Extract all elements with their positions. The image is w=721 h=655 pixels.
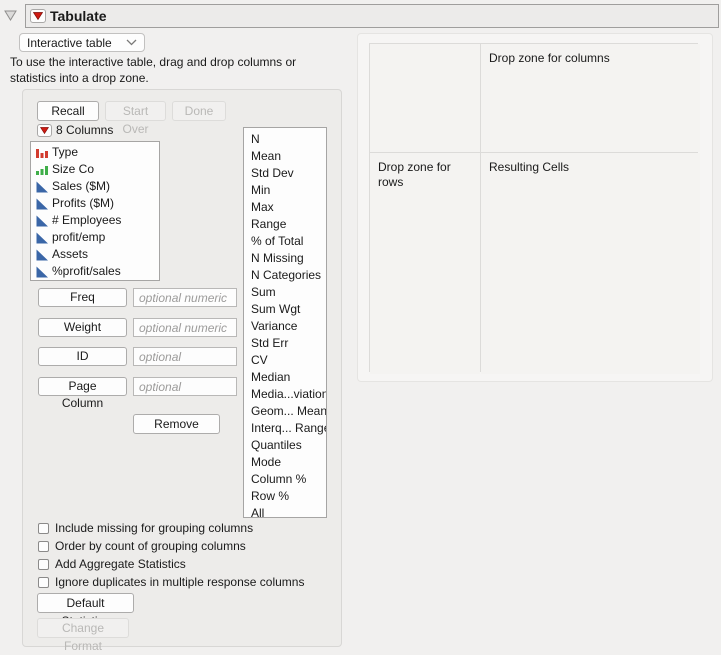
statistic-list-item[interactable]: Column % xyxy=(244,471,326,488)
nominal-bars-icon xyxy=(36,148,48,158)
column-list-item[interactable]: Sales ($M) xyxy=(31,178,159,195)
weight-button[interactable]: Weight xyxy=(38,318,127,337)
weight-input[interactable] xyxy=(133,318,237,337)
ordinal-bars-icon xyxy=(36,165,48,175)
column-list-item[interactable]: Size Co xyxy=(31,161,159,178)
checkbox-order-by-count[interactable]: Order by count of grouping columns xyxy=(38,539,246,553)
disclosure-triangle-icon[interactable] xyxy=(3,8,18,23)
column-name: %profit/sales xyxy=(52,264,121,278)
checkbox-icon[interactable] xyxy=(38,540,49,552)
table-mode-select[interactable]: Interactive table xyxy=(19,33,145,52)
page-column-input[interactable] xyxy=(133,377,237,396)
page-title: Tabulate xyxy=(50,8,107,24)
columns-listbox[interactable]: Type Size Co Sales ($M) Profits ($M) # Emplo… xyxy=(30,141,160,281)
statistic-list-item[interactable]: Quantiles xyxy=(244,437,326,454)
column-list-item[interactable]: Assets xyxy=(31,246,159,263)
checkbox-icon[interactable] xyxy=(38,576,49,588)
column-name: # Employees xyxy=(52,213,122,227)
statistic-list-item[interactable]: Geom... Mean xyxy=(244,403,326,420)
column-name: Profits ($M) xyxy=(52,196,115,210)
statistic-list-item[interactable]: N xyxy=(244,131,326,148)
statistic-list-item[interactable]: Mean xyxy=(244,148,326,165)
corner-cell[interactable] xyxy=(370,44,480,152)
column-list-item[interactable]: Type xyxy=(31,144,159,161)
statistic-list-item[interactable]: Min xyxy=(244,182,326,199)
default-statistics-button[interactable]: Default Statistics xyxy=(37,593,134,628)
continuous-triangle-icon xyxy=(36,249,48,260)
checkbox-add-aggregate[interactable]: Add Aggregate Statistics xyxy=(38,557,186,571)
resulting-cells[interactable]: Resulting Cells xyxy=(481,153,700,374)
column-name: Type xyxy=(52,145,79,159)
statistic-list-item[interactable]: N Categories xyxy=(244,267,326,284)
column-list-item[interactable]: profit/emp xyxy=(31,229,159,246)
checkbox-ignore-duplicates[interactable]: Ignore duplicates in multiple response c… xyxy=(38,575,304,589)
statistic-list-item[interactable]: All xyxy=(244,505,326,517)
statistic-list-item[interactable]: % of Total xyxy=(244,233,326,250)
checkbox-label: Order by count of grouping columns xyxy=(55,539,246,553)
freq-input[interactable] xyxy=(133,288,237,307)
columns-group-header: 8 Columns xyxy=(33,123,113,137)
done-button[interactable]: Done xyxy=(172,101,226,121)
continuous-triangle-icon xyxy=(36,232,48,243)
statistic-list-item[interactable]: Max xyxy=(244,199,326,216)
start-over-button[interactable]: Start Over xyxy=(105,101,166,136)
id-button[interactable]: ID xyxy=(38,347,127,366)
column-name: profit/emp xyxy=(52,230,106,244)
statistic-list-item[interactable]: Std Dev xyxy=(244,165,326,182)
table-preview-panel: Drop zone for columns Drop zone for rows… xyxy=(357,33,713,382)
statistic-list-item[interactable]: Sum xyxy=(244,284,326,301)
continuous-triangle-icon xyxy=(36,266,48,277)
column-list-item[interactable]: Profits ($M) xyxy=(31,195,159,212)
statistic-list-item[interactable]: Row % xyxy=(244,488,326,505)
statistic-list-item[interactable]: Range xyxy=(244,216,326,233)
checkbox-icon[interactable] xyxy=(38,522,49,534)
statistic-list-item[interactable]: CV xyxy=(244,352,326,369)
statistic-list-item[interactable]: N Missing xyxy=(244,250,326,267)
drop-zone-table: Drop zone for columns Drop zone for rows… xyxy=(369,43,700,374)
column-name: Sales ($M) xyxy=(52,179,111,193)
checkbox-icon[interactable] xyxy=(38,558,49,570)
statistic-list-item[interactable]: Median xyxy=(244,369,326,386)
page-column-button[interactable]: Page Column xyxy=(38,377,127,410)
columns-red-triangle-menu-icon[interactable] xyxy=(37,123,52,137)
outline-header: Tabulate xyxy=(25,4,719,28)
change-format-button[interactable]: Change Format xyxy=(37,618,129,653)
continuous-triangle-icon xyxy=(36,198,48,209)
chevron-down-icon xyxy=(126,39,137,46)
statistic-list-item[interactable]: Media...viation xyxy=(244,386,326,403)
red-triangle-menu-icon[interactable] xyxy=(30,9,46,23)
remove-button[interactable]: Remove xyxy=(133,414,220,434)
statistic-list-item[interactable]: Sum Wgt xyxy=(244,301,326,318)
statistic-list-item[interactable]: Interq... Range xyxy=(244,420,326,437)
checkbox-include-missing[interactable]: Include missing for grouping columns xyxy=(38,521,253,535)
continuous-triangle-icon xyxy=(36,215,48,226)
statistic-list-item[interactable]: Std Err xyxy=(244,335,326,352)
continuous-triangle-icon xyxy=(36,181,48,192)
checkbox-label: Include missing for grouping columns xyxy=(55,521,254,535)
freq-button[interactable]: Freq xyxy=(38,288,127,307)
drop-zone-rows[interactable]: Drop zone for rows xyxy=(370,153,480,374)
columns-count-label: 8 Columns xyxy=(56,123,114,137)
statistic-list-item[interactable]: Mode xyxy=(244,454,326,471)
column-name: Assets xyxy=(52,247,89,261)
statistic-list-item[interactable]: Variance xyxy=(244,318,326,335)
drop-zone-columns[interactable]: Drop zone for columns xyxy=(481,44,700,152)
id-input[interactable] xyxy=(133,347,237,366)
column-name: Size Co xyxy=(52,162,95,176)
table-mode-value: Interactive table xyxy=(27,35,112,50)
checkbox-label: Add Aggregate Statistics xyxy=(55,557,186,571)
statistics-listbox[interactable]: N Mean Std Dev Min Max Range% of Total N Missi… xyxy=(243,127,327,518)
tabulate-window: Tabulate Interactive table To use the in… xyxy=(0,0,721,655)
recall-button[interactable]: Recall xyxy=(37,101,99,121)
checkbox-label: Ignore duplicates in multiple response c… xyxy=(55,575,305,589)
instructions-text: To use the interactive table, drag and d… xyxy=(10,55,297,85)
column-list-item[interactable]: %profit/sales xyxy=(31,263,159,280)
column-list-item[interactable]: # Employees xyxy=(31,212,159,229)
